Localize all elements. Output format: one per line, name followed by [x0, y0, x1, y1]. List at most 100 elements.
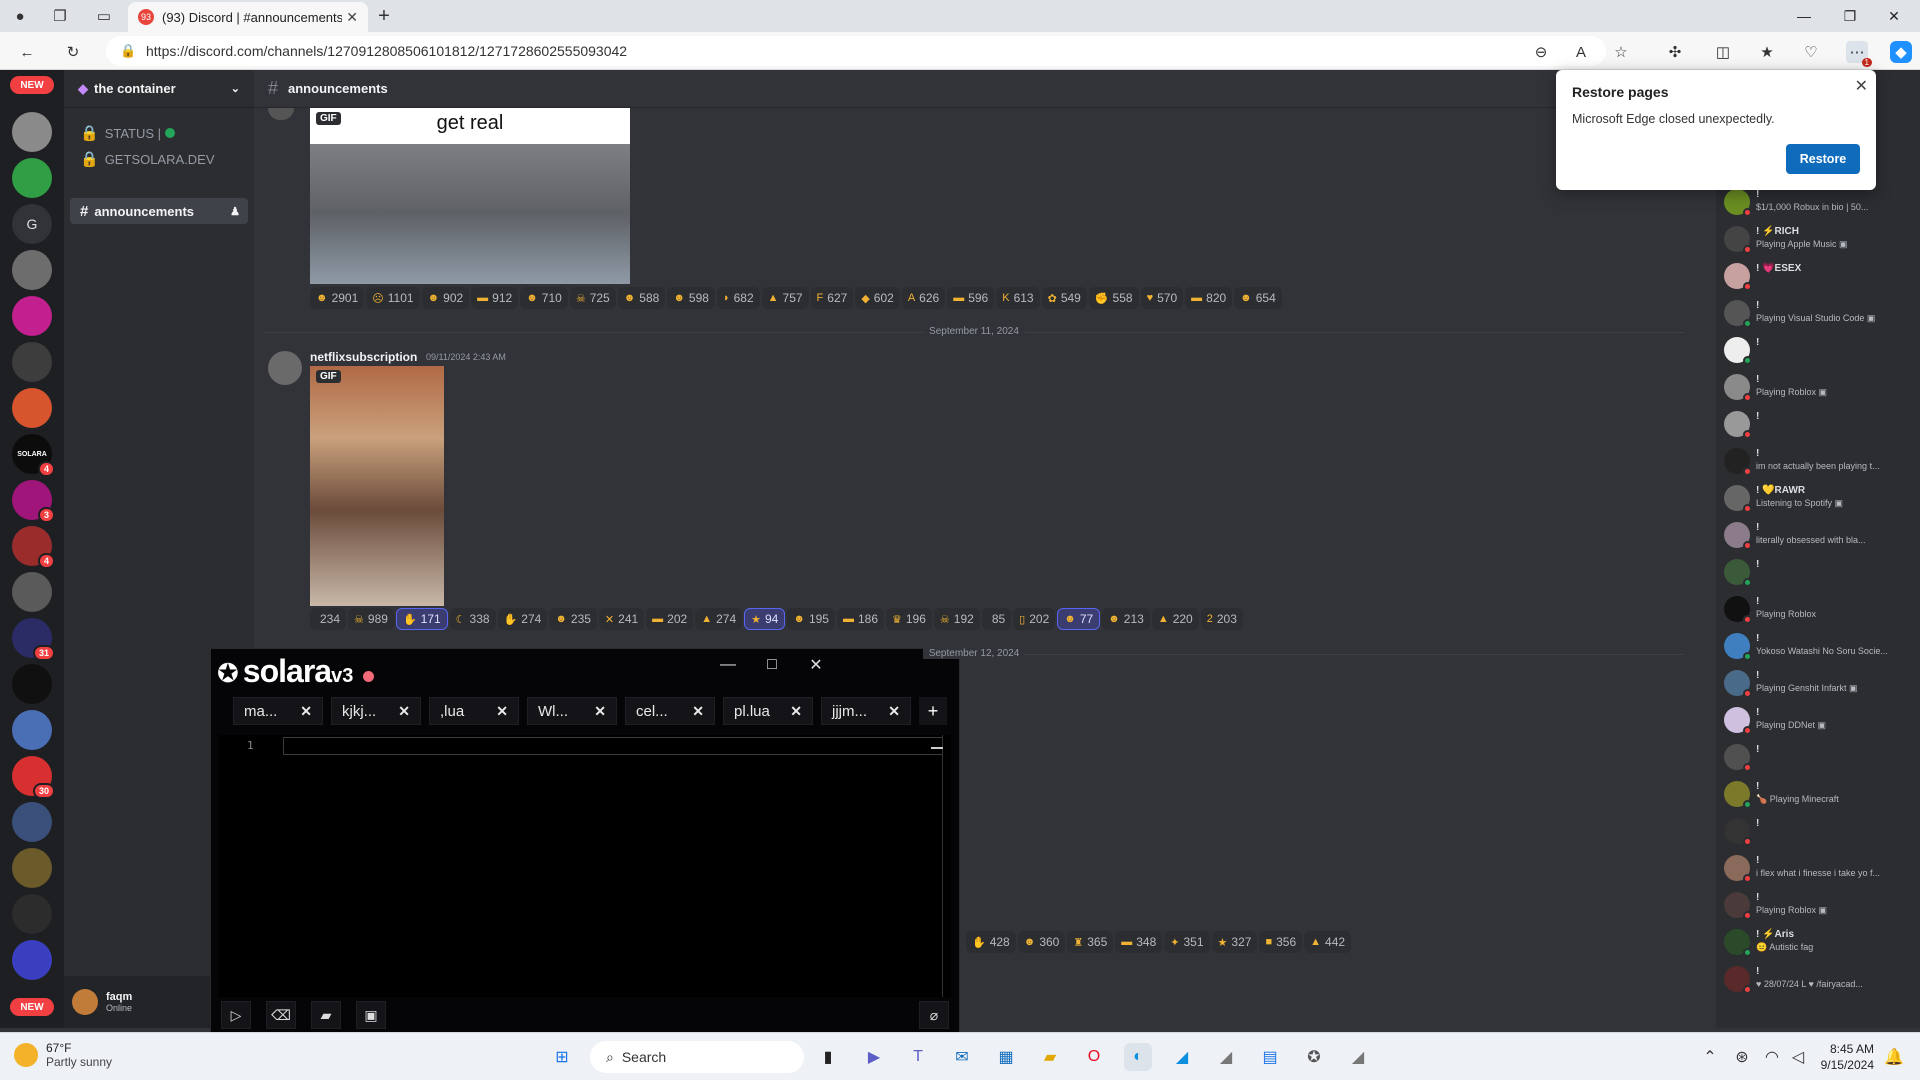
- server-icon[interactable]: [12, 342, 52, 382]
- close-window-icon[interactable]: ✕: [1874, 4, 1914, 28]
- new-tab-icon[interactable]: +: [374, 5, 394, 27]
- member-item[interactable]: ! ⚡Aris 😐 Autistic fag: [1724, 929, 1914, 963]
- save-button[interactable]: ▣: [356, 1001, 386, 1029]
- server-icon[interactable]: G: [12, 204, 52, 244]
- member-item[interactable]: ! Playing DDNet ▣: [1724, 707, 1914, 741]
- reaction-button[interactable]: ▬ 912: [471, 287, 519, 309]
- reaction-button[interactable]: ☠ 192: [933, 608, 980, 630]
- server-icon[interactable]: 31: [12, 618, 55, 661]
- refresh-icon[interactable]: ↻: [62, 41, 84, 63]
- server-icon[interactable]: [12, 664, 52, 704]
- profile-icon[interactable]: ●: [10, 6, 30, 26]
- maximize-icon[interactable]: □: [757, 653, 787, 677]
- reaction-button[interactable]: ☠ 725: [569, 287, 616, 309]
- solara-tab[interactable]: kjkj... ✕: [331, 697, 421, 725]
- browser-tab-discord[interactable]: 93 (93) Discord | #announcements | ✕: [128, 2, 368, 32]
- tab-actions-icon[interactable]: ▭: [94, 6, 114, 26]
- reaction-button[interactable]: ▬ 348: [1115, 931, 1163, 953]
- reaction-button[interactable]: ✊ 558: [1088, 287, 1139, 309]
- workspaces-icon[interactable]: ❐: [50, 6, 70, 26]
- reaction-button[interactable]: ☻ 235: [549, 608, 597, 630]
- reaction-button[interactable]: ☠ 989: [348, 608, 394, 630]
- reaction-button[interactable]: ♜ 365: [1067, 931, 1114, 953]
- member-item[interactable]: ! Playing Roblox ▣: [1724, 374, 1914, 408]
- browser-essentials-icon[interactable]: ♡: [1800, 41, 1822, 63]
- avatar[interactable]: [72, 989, 98, 1015]
- member-item[interactable]: ! Playing Roblox ▣: [1724, 892, 1914, 926]
- new-unreads-pill[interactable]: NEW: [10, 76, 54, 94]
- server-icon[interactable]: [12, 572, 52, 612]
- reaction-button[interactable]: ♛ 196: [886, 608, 932, 630]
- reaction-button[interactable]: ◗ 682: [716, 287, 760, 309]
- avatar[interactable]: [268, 351, 302, 385]
- taskbar-search[interactable]: ⌕ Search: [590, 1041, 804, 1073]
- gif-embed[interactable]: GIF get real: [310, 108, 630, 284]
- reaction-button[interactable]: ☻ 654: [1234, 287, 1282, 309]
- server-icon[interactable]: [12, 296, 52, 336]
- server-icon[interactable]: 30: [12, 756, 55, 799]
- solara-tab[interactable]: pl.lua ✕: [723, 697, 813, 725]
- app-icon[interactable]: ▤: [1256, 1043, 1284, 1071]
- teams-icon[interactable]: T: [904, 1043, 932, 1071]
- solara-taskbar-icon[interactable]: ✪: [1300, 1043, 1328, 1071]
- new-unreads-pill[interactable]: NEW: [10, 998, 54, 1016]
- gif-embed[interactable]: GIF: [310, 366, 444, 606]
- reaction-button[interactable]: ☻ 598: [667, 287, 715, 309]
- server-icon[interactable]: [12, 250, 52, 290]
- reaction-button[interactable]: ✕ 241: [598, 608, 645, 630]
- split-screen-icon[interactable]: ◫: [1712, 41, 1734, 63]
- reaction-button[interactable]: ▬ 820: [1185, 287, 1233, 309]
- member-item[interactable]: ! Playing Visual Studio Code ▣: [1724, 300, 1914, 334]
- member-item[interactable]: ! Playing Roblox: [1724, 596, 1914, 630]
- reaction-button[interactable]: A 626: [901, 287, 946, 309]
- avatar[interactable]: [268, 108, 294, 120]
- favorites-icon[interactable]: ★: [1756, 41, 1778, 63]
- settings-more-icon[interactable]: ⋯ 1: [1846, 41, 1872, 67]
- store-icon[interactable]: ▦: [992, 1043, 1020, 1071]
- server-icon[interactable]: [12, 848, 52, 888]
- server-icon-solara[interactable]: SOLARA 4: [12, 434, 55, 477]
- reaction-button[interactable]: ☻ 77: [1057, 608, 1101, 630]
- editor-scrollbar[interactable]: [942, 735, 943, 997]
- server-icon[interactable]: [12, 940, 52, 980]
- close-icon[interactable]: ✕: [801, 653, 831, 677]
- reaction-button[interactable]: ☾ 338: [449, 608, 496, 630]
- close-tab-icon[interactable]: ✕: [300, 703, 312, 720]
- attach-button[interactable]: ⌀: [919, 1001, 949, 1029]
- code-editor[interactable]: 1: [219, 735, 951, 997]
- add-tab-button[interactable]: +: [919, 697, 947, 725]
- member-item[interactable]: !: [1724, 559, 1914, 593]
- member-item[interactable]: ! 💛RAWR Listening to Spotify ▣: [1724, 485, 1914, 519]
- restore-window-icon[interactable]: ❐: [1830, 4, 1870, 28]
- close-tab-icon[interactable]: ✕: [888, 703, 900, 720]
- reaction-button[interactable]: ☻ 360: [1017, 931, 1066, 953]
- member-item[interactable]: ! literally obsessed with bla...: [1724, 522, 1914, 556]
- channel-item-getsolara[interactable]: 🔒 GETSOLARA.DEV: [70, 146, 248, 172]
- minimize-icon[interactable]: —: [713, 653, 743, 677]
- guild-header[interactable]: ◆ the container ⌄: [64, 70, 254, 108]
- reaction-button[interactable]: ■ 356: [1259, 931, 1303, 953]
- member-item[interactable]: ! i flex what i finesse i take yo f...: [1724, 855, 1914, 889]
- reaction-button[interactable]: K 613: [996, 287, 1040, 309]
- reaction-button[interactable]: ▲ 442: [1304, 931, 1352, 953]
- member-item[interactable]: ! Yokoso Watashi No Soru Socie...: [1724, 633, 1914, 667]
- channel-item-status[interactable]: 🔒 STATUS |: [70, 120, 248, 146]
- member-item[interactable]: ! Playing Genshit Infarkt ▣: [1724, 670, 1914, 704]
- close-icon[interactable]: ✕: [1855, 76, 1868, 96]
- execute-button[interactable]: ▷: [221, 1001, 251, 1029]
- reaction-button[interactable]: ☻ 195: [787, 608, 835, 630]
- member-item[interactable]: ! ⚡RICH Playing Apple Music ▣: [1724, 226, 1914, 260]
- reaction-button[interactable]: ✋ 274: [497, 608, 548, 630]
- reaction-button[interactable]: ★ 94: [744, 608, 786, 630]
- reaction-button[interactable]: ☻ 213: [1102, 608, 1150, 630]
- close-tab-icon[interactable]: ✕: [594, 703, 606, 720]
- server-icon[interactable]: [12, 802, 52, 842]
- weather-widget[interactable]: 67°F Partly sunny: [14, 1041, 112, 1069]
- server-icon[interactable]: [12, 894, 52, 934]
- volume-icon[interactable]: ◁: [1784, 1043, 1812, 1071]
- message-author[interactable]: netflixsubscription: [310, 350, 417, 364]
- network-icon[interactable]: ⊛: [1728, 1043, 1756, 1071]
- member-item[interactable]: !: [1724, 337, 1914, 371]
- notification-bell-icon[interactable]: 🔔: [1880, 1043, 1908, 1071]
- reaction-button[interactable]: ▲ 757: [761, 287, 809, 309]
